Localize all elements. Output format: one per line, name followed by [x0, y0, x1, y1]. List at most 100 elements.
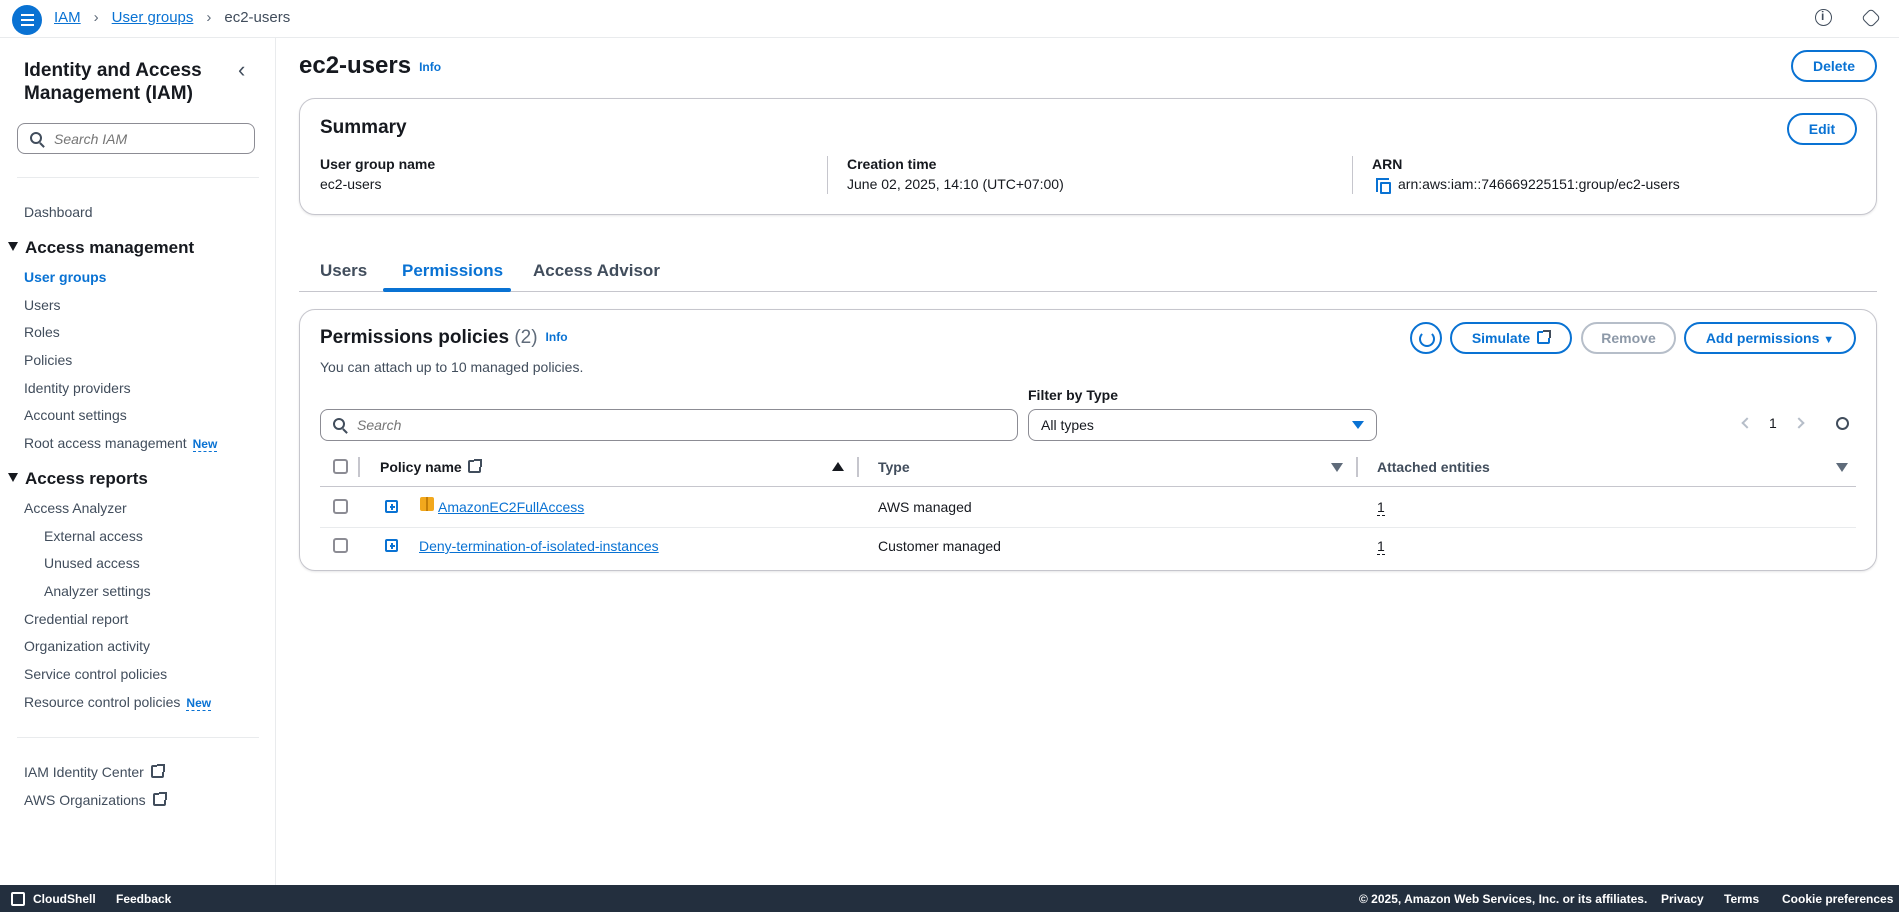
sidebar-item-dashboard[interactable]: Dashboard — [24, 204, 93, 220]
field-label: ARN — [1372, 156, 1403, 172]
terms-link[interactable]: Terms — [1724, 892, 1759, 906]
creation-time-value: June 02, 2025, 14:10 (UTC+07:00) — [847, 176, 1064, 192]
sidebar-item-organization-activity[interactable]: Organization activity — [24, 638, 150, 654]
sidebar-item-credential-report[interactable]: Credential report — [24, 611, 128, 627]
row-checkbox[interactable] — [333, 499, 348, 514]
sidebar-search-input[interactable] — [54, 131, 244, 147]
sidebar-item-external-access[interactable]: External access — [44, 528, 143, 544]
column-divider — [358, 457, 360, 477]
breadcrumb-current: ec2-users — [224, 9, 291, 26]
sidebar-search[interactable] — [17, 123, 255, 154]
tab-users[interactable]: Users — [320, 261, 367, 281]
column-type[interactable]: Type — [878, 459, 910, 475]
row-checkbox[interactable] — [333, 538, 348, 553]
remove-button[interactable]: Remove — [1581, 322, 1676, 354]
policy-type-cell: AWS managed — [878, 499, 972, 515]
sidebar-item-scp[interactable]: Service control policies — [24, 666, 167, 682]
sidebar-item-user-groups[interactable]: User groups — [24, 269, 106, 285]
search-icon — [30, 132, 42, 144]
page-number[interactable]: 1 — [1769, 415, 1777, 431]
sidebar-item-identity-providers[interactable]: Identity providers — [24, 380, 131, 396]
expand-icon[interactable] — [385, 539, 398, 552]
column-divider — [1356, 457, 1358, 477]
settings-icon[interactable] — [1861, 8, 1881, 28]
cloudshell-icon — [11, 892, 25, 906]
attached-entities-count[interactable]: 1 — [1377, 538, 1385, 555]
breadcrumb: IAM › User groups › ec2-users — [54, 9, 290, 26]
external-link-icon — [150, 764, 165, 778]
info-link[interactable]: Info — [546, 330, 568, 344]
chevron-right-icon: › — [93, 9, 99, 26]
sidebar-link-organizations[interactable]: AWS Organizations — [24, 792, 167, 808]
policy-count: (2) — [514, 327, 538, 348]
privacy-link[interactable]: Privacy — [1661, 892, 1704, 906]
sidebar-item-unused-access[interactable]: Unused access — [44, 555, 140, 571]
sort-icon[interactable] — [1331, 463, 1343, 472]
simulate-button[interactable]: Simulate — [1450, 322, 1572, 354]
attached-entities-cell: 1 — [1377, 499, 1385, 516]
sort-ascending-icon[interactable] — [832, 462, 844, 471]
feedback-link[interactable]: Feedback — [116, 892, 171, 906]
sort-icon[interactable] — [1836, 463, 1848, 472]
new-badge: New — [192, 437, 218, 452]
cookie-preferences-link[interactable]: Cookie preferences — [1782, 892, 1893, 906]
sidebar-item-access-analyzer[interactable]: Access Analyzer — [24, 500, 127, 516]
divider — [827, 156, 828, 194]
delete-button[interactable]: Delete — [1791, 50, 1877, 82]
tab-access-advisor[interactable]: Access Advisor — [533, 261, 660, 281]
section-access-reports[interactable]: Access reports — [8, 469, 148, 489]
divider — [17, 737, 259, 738]
copy-icon[interactable] — [1376, 178, 1391, 194]
caret-down-icon — [8, 242, 18, 251]
filter-type-select[interactable]: All types — [1028, 409, 1377, 441]
breadcrumb-user-groups[interactable]: User groups — [112, 9, 194, 26]
search-icon — [333, 418, 345, 430]
field-label: User group name — [320, 156, 436, 172]
sidebar-title: Identity and Access Management (IAM) — [24, 60, 202, 104]
menu-icon[interactable] — [12, 5, 42, 35]
policy-search-input[interactable] — [357, 417, 957, 433]
tabs-divider — [299, 291, 1877, 292]
policy-link[interactable]: AmazonEC2FullAccess — [438, 499, 584, 515]
table-settings-icon[interactable] — [1836, 417, 1849, 430]
attached-entities-count[interactable]: 1 — [1377, 499, 1385, 516]
add-permissions-button[interactable]: Add permissions ▼ — [1684, 322, 1856, 354]
column-attached-entities[interactable]: Attached entities — [1377, 459, 1490, 475]
cloudshell-link[interactable]: CloudShell — [33, 892, 96, 906]
sidebar-item-policies[interactable]: Policies — [24, 352, 72, 368]
breadcrumb-iam[interactable]: IAM — [54, 9, 81, 26]
info-link[interactable]: Info — [419, 60, 441, 74]
policy-name-cell: Deny-termination-of-isolated-instances — [419, 538, 659, 554]
external-link-icon — [467, 459, 482, 473]
external-link-icon — [1537, 330, 1552, 344]
sidebar-item-analyzer-settings[interactable]: Analyzer settings — [44, 583, 151, 599]
sidebar-item-root-access[interactable]: Root access management New — [24, 435, 218, 452]
sidebar-item-rcp[interactable]: Resource control policies New — [24, 694, 212, 711]
filter-type-value: All types — [1041, 417, 1094, 433]
section-access-management[interactable]: Access management — [8, 238, 194, 258]
sidebar: Identity and Access Management (IAM) ‹ D… — [0, 38, 276, 885]
new-badge: New — [186, 696, 212, 711]
caret-down-icon — [1352, 421, 1364, 429]
select-all-checkbox[interactable] — [333, 459, 348, 474]
active-tab-indicator — [383, 288, 511, 292]
tab-permissions[interactable]: Permissions — [402, 261, 503, 281]
collapse-sidebar-icon[interactable]: ‹ — [238, 59, 245, 81]
sidebar-item-account-settings[interactable]: Account settings — [24, 407, 127, 423]
sidebar-item-roles[interactable]: Roles — [24, 324, 60, 340]
sidebar-item-users[interactable]: Users — [24, 297, 61, 313]
permissions-description: You can attach up to 10 managed policies… — [320, 359, 584, 375]
column-policy-name[interactable]: Policy name — [380, 459, 482, 475]
expand-icon[interactable] — [385, 500, 398, 513]
info-icon[interactable] — [1815, 9, 1832, 26]
refresh-icon[interactable] — [1410, 322, 1442, 354]
edit-button[interactable]: Edit — [1787, 113, 1857, 145]
footer: CloudShell Feedback © 2025, Amazon Web S… — [0, 885, 1899, 912]
summary-card: Summary Edit User group name ec2-users C… — [299, 98, 1877, 215]
policy-link[interactable]: Deny-termination-of-isolated-instances — [419, 538, 659, 554]
field-label: Creation time — [847, 156, 937, 172]
attached-entities-cell: 1 — [1377, 538, 1385, 555]
column-divider — [857, 457, 859, 477]
policy-search[interactable] — [320, 409, 1018, 441]
sidebar-link-identity-center[interactable]: IAM Identity Center — [24, 764, 165, 780]
